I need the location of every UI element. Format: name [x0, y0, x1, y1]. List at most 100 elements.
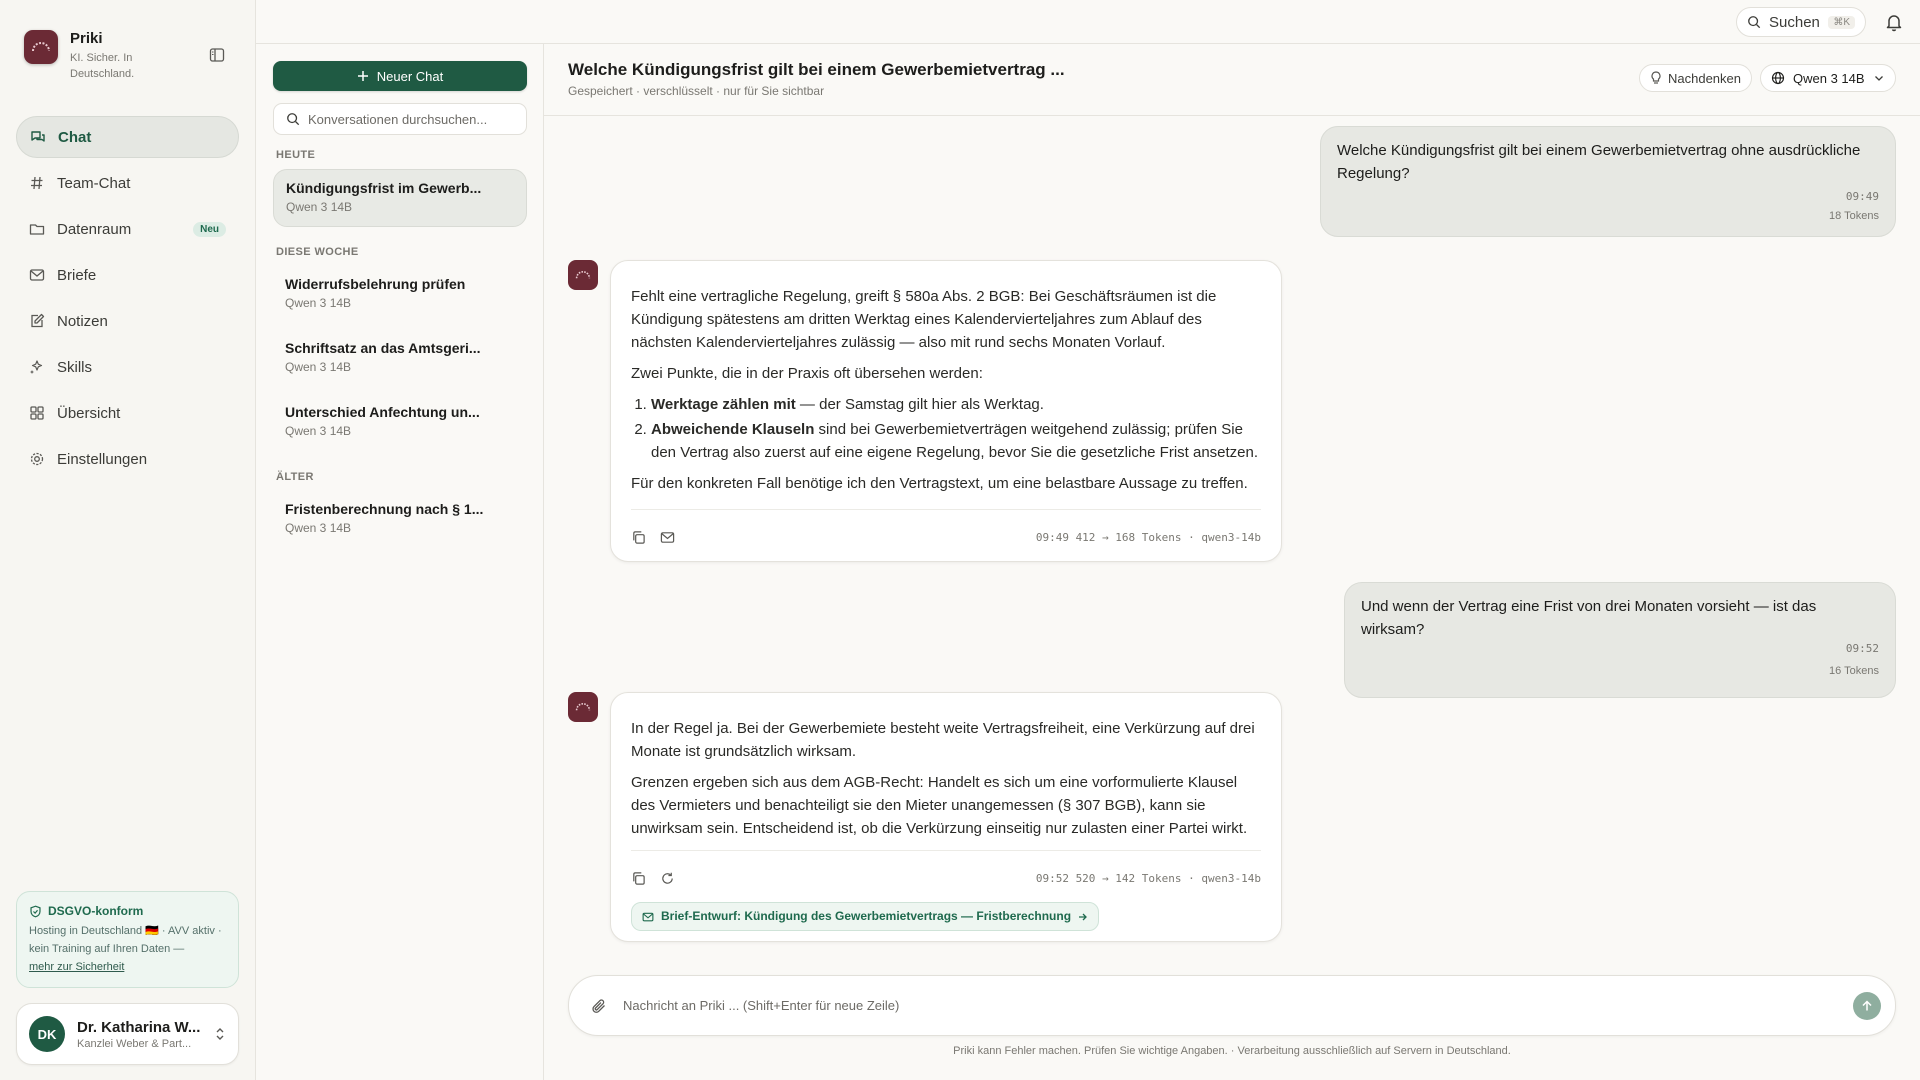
brief-draft-link[interactable]: Brief-Entwurf: Kündigung des Gewerbemiet… [631, 902, 1100, 931]
message-time: 09:49 [1845, 190, 1879, 203]
sidebar-collapse-icon[interactable] [209, 47, 225, 63]
message-list: Werktage zählen mit — der Samstag gilt h… [651, 393, 1261, 464]
conversation-item[interactable]: Schriftsatz an das Amtsgeri... Qwen 3 14… [273, 330, 527, 388]
dsgvo-title-row: DSGVO-konform [29, 904, 226, 918]
conversation-item[interactable]: Widerrufsbelehrung prüfen Qwen 3 14B [273, 266, 527, 324]
model-select[interactable]: Qwen 3 14B [1760, 64, 1896, 92]
message-input[interactable] [623, 998, 1837, 1013]
group-label-this-week: DIESE WOCHE [276, 246, 359, 258]
conversation-title: Kündigungsfrist im Gewerb... [286, 180, 482, 196]
conversation-title: Fristenberechnung nach § 1... [285, 501, 484, 517]
conversation-model: Qwen 3 14B [285, 424, 352, 438]
note-edit-icon [31, 313, 45, 328]
sparkles-icon [30, 360, 43, 374]
group-label-today: HEUTE [276, 149, 316, 161]
conversation-item[interactable]: Fristenberechnung nach § 1... Qwen 3 14B [273, 491, 527, 549]
chat-icon [31, 131, 45, 142]
plus-icon [357, 71, 368, 81]
think-label: Nachdenken [1668, 70, 1741, 86]
message-tokens: 18 Tokens [1829, 210, 1879, 222]
chat-subtitle: Gespeichert · verschlüsselt · nur für Si… [568, 84, 825, 98]
folder-icon [29, 224, 45, 235]
new-badge: Neu [193, 221, 226, 237]
sidebar-item-skills[interactable]: Skills [16, 346, 239, 388]
chat-header: Welche Kündigungsfrist gilt bei einem Ge… [544, 44, 1920, 116]
message-composer [568, 975, 1896, 1036]
paperclip-icon[interactable] [591, 998, 607, 1014]
conversation-title: Unterschied Anfechtung un... [285, 404, 480, 420]
sidebar: Priki KI. Sicher. In Deutschland. Chat T… [0, 0, 256, 1080]
brand-name: Priki [70, 30, 103, 47]
conversation-item[interactable]: Unterschied Anfechtung un... Qwen 3 14B [273, 394, 527, 452]
list-item: Abweichende Klauseln sind bei Gewerbemie… [651, 418, 1261, 464]
conversation-model: Qwen 3 14B [285, 521, 352, 535]
sidebar-item-label: Chat [58, 128, 92, 146]
conversation-search-input[interactable] [308, 111, 508, 127]
search-label: Suchen [1769, 13, 1820, 31]
lightbulb-icon [1651, 71, 1661, 84]
chevron-up-down-icon[interactable] [214, 1026, 226, 1042]
sidebar-item-briefe[interactable]: Briefe [16, 254, 239, 296]
bell-icon[interactable] [1884, 12, 1904, 32]
conversation-list: Neuer Chat HEUTE Kündigungsfrist im Gewe… [256, 44, 544, 1080]
conversation-title: Schriftsatz an das Amtsgeri... [285, 340, 481, 356]
list-item-bold: Werktage zählen mit [651, 396, 796, 413]
user-message: Und wenn der Vertrag eine Frist von drei… [1344, 582, 1896, 698]
brand-tagline: KI. Sicher. In Deutschland. [70, 52, 135, 80]
new-chat-button[interactable]: Neuer Chat [273, 61, 527, 91]
list-item-bold: Abweichende Klauseln [651, 421, 815, 438]
sidebar-item-chat[interactable]: Chat [16, 116, 239, 158]
globe-icon [1771, 71, 1785, 85]
avatar: DK [29, 1016, 65, 1052]
send-button[interactable] [1853, 991, 1881, 1020]
chevron-down-icon [1875, 76, 1883, 81]
conversation-model: Qwen 3 14B [285, 360, 352, 374]
dsgvo-notice: DSGVO-konform Hosting in Deutschland 🇩🇪 … [16, 891, 239, 988]
sidebar-item-label: Übersicht [57, 404, 121, 422]
sidebar-item-datenraum[interactable]: Datenraum Neu [16, 208, 239, 250]
brief-draft-label: Brief-Entwurf: Kündigung des Gewerbemiet… [661, 909, 1072, 923]
chat-title: Welche Kündigungsfrist gilt bei einem Ge… [568, 60, 1065, 79]
sidebar-item-einstellungen[interactable]: Einstellungen [16, 438, 239, 480]
topbar: Suchen ⌘K [256, 0, 1920, 44]
copy-icon[interactable] [631, 530, 646, 545]
main-nav: Chat Team-Chat Datenraum Neu Briefe Noti… [16, 116, 239, 484]
think-toggle-button[interactable]: Nachdenken [1639, 64, 1752, 92]
dsgvo-title: DSGVO-konform [48, 904, 144, 918]
sidebar-item-label: Einstellungen [57, 450, 148, 468]
message-paragraph: Grenzen ergeben sich aus dem AGB-Recht: … [631, 774, 1248, 837]
user-message: Welche Kündigungsfrist gilt bei einem Ge… [1320, 126, 1896, 237]
disclaimer: Priki kann Fehler machen. Prüfen Sie wic… [953, 1045, 1511, 1057]
sidebar-item-label: Skills [57, 358, 93, 376]
dsgvo-text-block: Hosting in Deutschland 🇩🇪 · AVV aktiv · … [29, 922, 226, 976]
global-search-button[interactable]: Suchen ⌘K [1736, 7, 1866, 37]
grid-icon [30, 406, 44, 420]
user-org: Kanzlei Weber & Part... [77, 1037, 192, 1050]
sidebar-item-uebersicht[interactable]: Übersicht [16, 392, 239, 434]
conversation-model: Qwen 3 14B [286, 200, 353, 214]
sidebar-item-team-chat[interactable]: Team-Chat [16, 162, 239, 204]
sidebar-item-label: Notizen [57, 312, 108, 330]
message-text: Und wenn der Vertrag eine Frist von drei… [1361, 598, 1817, 638]
mail-icon [29, 269, 45, 281]
arrow-right-icon [1079, 913, 1087, 920]
assistant-message: Fehlt eine vertragliche Regelung, greift… [610, 260, 1282, 562]
message-paragraph: Fehlt eine vertragliche Regelung, greift… [631, 288, 1217, 351]
gear-icon [30, 452, 44, 466]
mail-icon [642, 912, 654, 921]
regenerate-icon[interactable] [660, 871, 675, 886]
user-card[interactable]: DK Dr. Katharina W... Kanzlei Weber & Pa… [16, 1003, 239, 1065]
new-chat-label: Neuer Chat [376, 68, 444, 84]
copy-icon[interactable] [631, 871, 646, 886]
conversation-item[interactable]: Kündigungsfrist im Gewerb... Qwen 3 14B [273, 169, 527, 227]
security-link[interactable]: mehr zur Sicherheit [29, 961, 124, 973]
mail-icon[interactable] [660, 530, 675, 545]
message-footer: 09:52 520 → 142 Tokens · qwen3-14b [631, 850, 1261, 890]
sidebar-item-notizen[interactable]: Notizen [16, 300, 239, 342]
message-time: 09:52 [1845, 642, 1879, 655]
search-icon [1748, 16, 1761, 29]
brand[interactable]: Priki KI. Sicher. In Deutschland. [24, 30, 160, 82]
sidebar-item-label: Team-Chat [57, 174, 131, 192]
message-stats: 09:52 520 → 142 Tokens · qwen3-14b [1035, 872, 1261, 885]
dsgvo-text: Hosting in Deutschland 🇩🇪 · AVV aktiv · … [29, 925, 222, 955]
